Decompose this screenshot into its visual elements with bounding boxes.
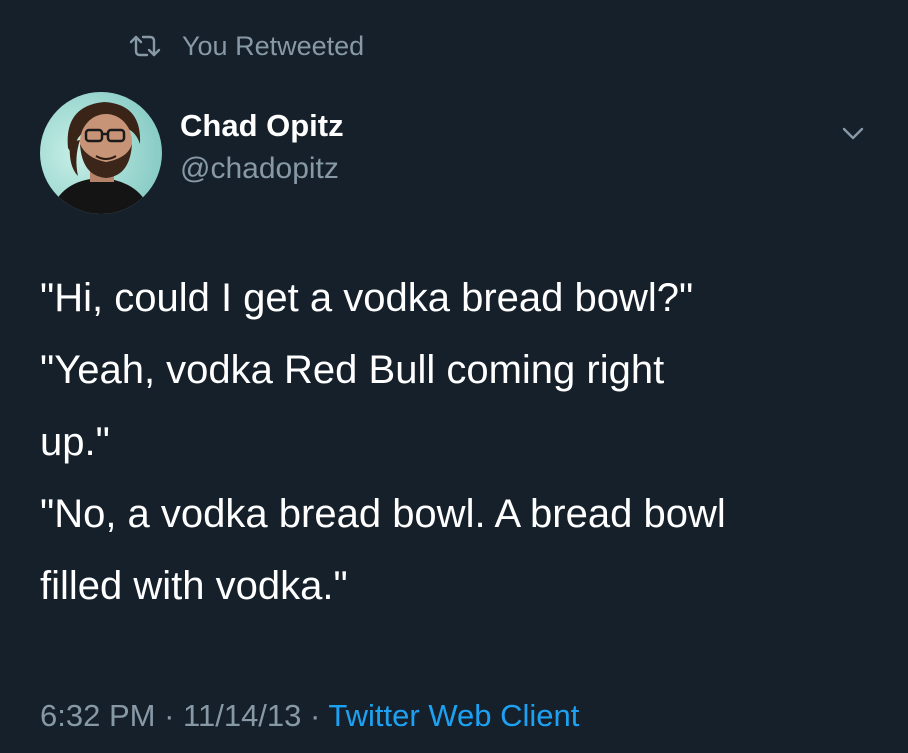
retweet-label: You Retweeted	[182, 30, 365, 61]
tweet-text: "Hi, could I get a vodka bread bowl?" "Y…	[40, 262, 870, 622]
tweet-line: up."	[40, 420, 110, 464]
avatar[interactable]	[40, 92, 162, 214]
client-link[interactable]: Twitter Web Client	[328, 698, 579, 733]
meta-separator: ·	[164, 698, 175, 733]
retweet-icon	[129, 35, 161, 57]
tweet-line: "Hi, could I get a vodka bread bowl?"	[40, 276, 694, 320]
author-handle[interactable]: @chadopitz	[180, 152, 339, 186]
tweet-date: 11/14/13	[183, 698, 302, 733]
chevron-down-icon[interactable]	[838, 118, 868, 148]
author-name[interactable]: Chad Opitz	[180, 108, 344, 144]
tweet-time: 6:32 PM	[40, 698, 156, 733]
tweet-meta: 6:32 PM · 11/14/13 · Twitter Web Client	[40, 698, 579, 734]
meta-separator: ·	[310, 698, 321, 733]
avatar-image	[40, 92, 162, 214]
tweet-line: "Yeah, vodka Red Bull coming right	[40, 348, 665, 392]
retweet-context: You Retweeted	[128, 28, 364, 64]
tweet-line: "No, a vodka bread bowl. A bread bowl	[40, 492, 726, 536]
tweet-line: filled with vodka."	[40, 564, 348, 608]
